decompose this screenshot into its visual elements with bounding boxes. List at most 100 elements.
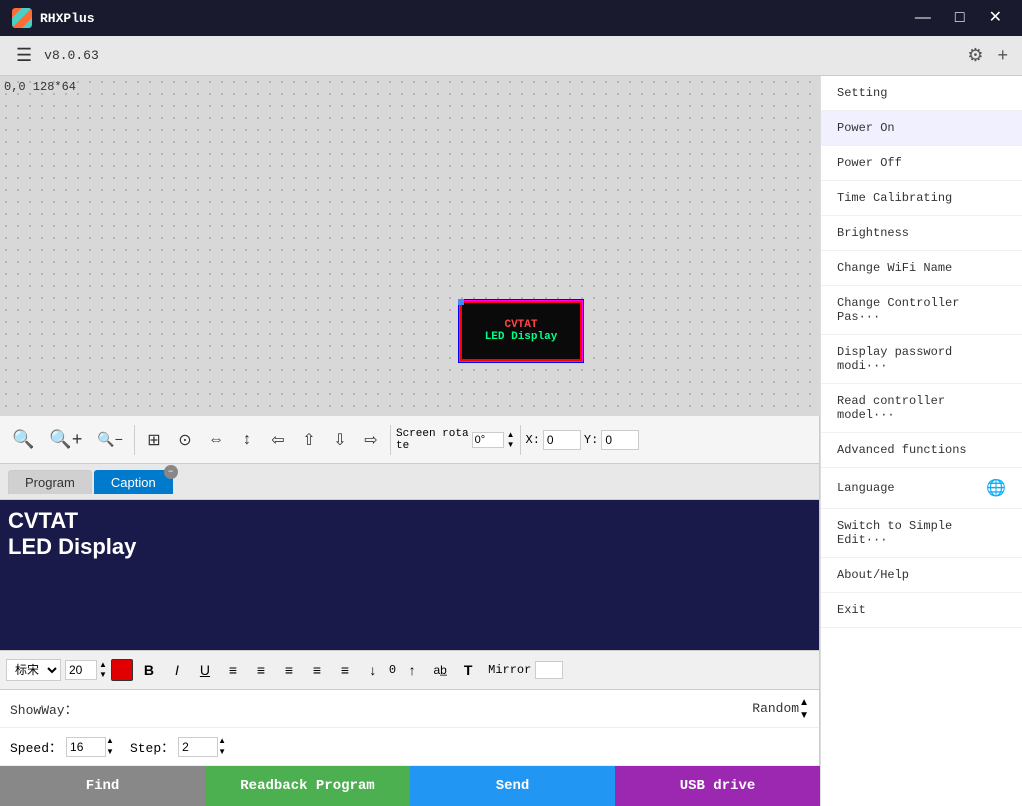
underline-btn[interactable]: U (193, 659, 217, 681)
step-input[interactable] (178, 737, 218, 757)
led-line1: CVTAT (504, 319, 537, 331)
menu-item-label-5: Change WiFi Name (837, 261, 952, 275)
showway-arrows: ▲ ▼ (799, 696, 809, 722)
close-button[interactable]: ✕ (981, 8, 1010, 28)
zoom-in-btn[interactable]: 🔍+ (43, 425, 88, 454)
prev-btn[interactable]: ⇦ (264, 426, 292, 454)
align-right-btn[interactable]: ≡ (277, 659, 301, 681)
next-btn[interactable]: ⇨ (357, 426, 385, 454)
sep3 (520, 425, 521, 455)
zoom-search-btn[interactable]: 🔍 (6, 425, 40, 454)
showway-value: Random (752, 701, 799, 716)
readback-button[interactable]: Readback Program (205, 766, 410, 806)
y-input[interactable] (601, 430, 639, 450)
menu-item-3[interactable]: Time Calibrating (821, 181, 1022, 216)
font-size-up-btn[interactable]: ▲ (99, 660, 107, 670)
app-logo (12, 8, 32, 28)
text-content-area[interactable]: CVTAT LED Display (0, 500, 819, 650)
align-center-btn[interactable]: ≡ (249, 659, 273, 681)
font-size-input[interactable] (65, 660, 97, 680)
screen-rotate-group: Screen rotate 0° ▲ ▼ (396, 428, 515, 452)
menu-item-0[interactable]: Setting (821, 76, 1022, 111)
rotate-input[interactable]: 0° (472, 432, 504, 448)
grid-btn[interactable]: ⊞ (140, 426, 168, 454)
menu-item-7[interactable]: Display password modi··· (821, 335, 1022, 384)
showway-down-btn[interactable]: ▼ (799, 709, 809, 722)
mirror-input[interactable] (535, 661, 563, 679)
menu-icon[interactable]: ☰ (10, 41, 38, 70)
left-arrow-btn[interactable]: ⇔ (202, 427, 230, 453)
speed-down-btn[interactable]: ▼ (106, 747, 114, 757)
x-input[interactable] (543, 430, 581, 450)
menu-item-1[interactable]: Power On (821, 111, 1022, 146)
italic-btn[interactable]: I (165, 659, 189, 681)
menu-item-13[interactable]: Exit (821, 593, 1022, 628)
speed-label: Speed： (10, 737, 62, 756)
titlebar-controls: — □ ✕ (907, 8, 1010, 28)
tool-controls: 🔍 🔍+ 🔍− ⊞ ⊙ ⇔ ↕ ⇦ ⇧ ⇩ ⇨ Screen rotate 0°… (0, 416, 819, 464)
send-button[interactable]: Send (410, 766, 615, 806)
speed-input[interactable] (66, 737, 106, 757)
x-label: X: (526, 433, 540, 447)
align-left-btn[interactable]: ≡ (221, 659, 245, 681)
menu-item-9[interactable]: Advanced functions (821, 433, 1022, 468)
menu-item-10[interactable]: Language 🌐 (821, 468, 1022, 509)
led-display-widget[interactable]: CVTAT LED Display (460, 301, 582, 361)
text-btn[interactable]: T (456, 659, 480, 681)
y-group: Y: (584, 430, 639, 450)
menu-item-label-4: Brightness (837, 226, 909, 240)
up-arrow-btn[interactable]: ↕ (233, 427, 261, 453)
version-label: v8.0.63 (44, 48, 957, 63)
find-button[interactable]: Find (0, 766, 205, 806)
bold-btn[interactable]: B (137, 659, 161, 681)
menu-item-label-13: Exit (837, 603, 866, 617)
menu-item-4[interactable]: Brightness (821, 216, 1022, 251)
program-tab[interactable]: Program (8, 470, 92, 494)
rotate-down-btn[interactable]: ▼ (507, 440, 515, 450)
add-icon[interactable]: + (993, 41, 1012, 70)
right-menu: SettingPower On Power Off Time Calibrating… (820, 76, 1022, 806)
menu-item-8[interactable]: Read controller model··· (821, 384, 1022, 433)
strikethrough-btn[interactable]: ab̲ (428, 660, 452, 680)
selection-handle (458, 299, 464, 305)
menu-item-label-9: Advanced functions (837, 443, 967, 457)
step-down-btn[interactable]: ▼ (218, 747, 226, 757)
down-btn[interactable]: ⇩ (326, 426, 354, 454)
step-up-btn[interactable]: ▲ (218, 736, 226, 746)
showway-row: ShowWay： Random ▲ ▼ (0, 690, 819, 728)
menu-item-icon-10: 🌐 (986, 478, 1006, 498)
showway-up-btn[interactable]: ▲ (799, 696, 809, 709)
usb-button[interactable]: USB drive (615, 766, 820, 806)
font-size-down-btn[interactable]: ▼ (99, 670, 107, 680)
speed-arrows: ▲ ▼ (106, 736, 114, 757)
speed-up-btn[interactable]: ▲ (106, 736, 114, 746)
minimize-button[interactable]: — (907, 8, 939, 28)
tab-close-btn[interactable]: − (164, 465, 178, 479)
scroll-up-btn[interactable]: ↑ (400, 659, 424, 681)
text-align2-btn[interactable]: ≡ (333, 659, 357, 681)
program-tab-wrapper: Program (8, 470, 92, 494)
y-label: Y: (584, 433, 598, 447)
menu-item-label-11: Switch to Simple Edit··· (837, 519, 1006, 547)
up2-btn[interactable]: ⇧ (295, 426, 323, 454)
menu-item-11[interactable]: Switch to Simple Edit··· (821, 509, 1022, 558)
fit-btn[interactable]: ⊙ (171, 426, 199, 454)
color-picker-btn[interactable] (111, 659, 133, 681)
toolbar-right: ⚙ + (963, 41, 1012, 70)
menu-item-label-10: Language (837, 481, 895, 495)
settings-icon[interactable]: ⚙ (963, 41, 987, 70)
caption-tab[interactable]: Caption (94, 470, 173, 494)
menu-item-label-2: Power Off (837, 156, 902, 170)
rotate-up-btn[interactable]: ▲ (507, 430, 515, 440)
zoom-out-btn[interactable]: 🔍− (91, 427, 129, 452)
maximize-button[interactable]: □ (947, 8, 973, 28)
menu-item-2[interactable]: Power Off (821, 146, 1022, 181)
menu-item-6[interactable]: Change Controller Pas··· (821, 286, 1022, 335)
font-size-group: ▲ ▼ (65, 660, 107, 680)
menu-item-12[interactable]: About/Help (821, 558, 1022, 593)
justify-btn[interactable]: ≡ (305, 659, 329, 681)
scroll-down-btn[interactable]: ↓ (361, 659, 385, 681)
font-select[interactable]: 标宋 (6, 659, 61, 681)
menu-item-5[interactable]: Change WiFi Name (821, 251, 1022, 286)
screen-rotate-label: Screen rotate (396, 428, 469, 452)
